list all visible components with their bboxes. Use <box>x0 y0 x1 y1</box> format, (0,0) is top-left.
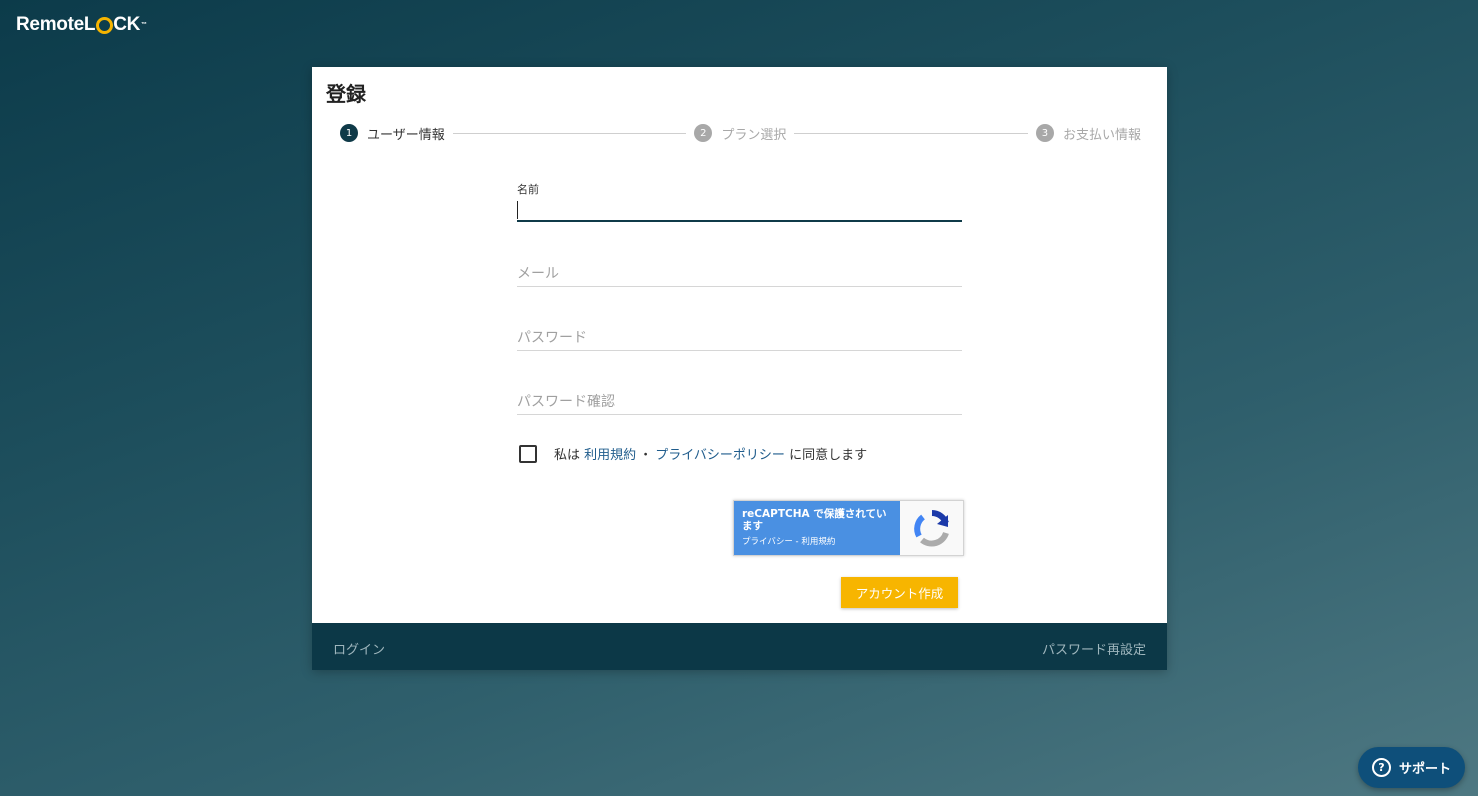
password-input-underline <box>517 350 962 351</box>
name-input-underline <box>517 220 962 222</box>
card-footer: ログイン パスワード再設定 <box>312 623 1167 670</box>
recaptcha-badge: reCAPTCHA で保護されています プライバシー - 利用規約 <box>733 500 964 556</box>
logo-remote-text: Remote <box>16 14 84 35</box>
step-label: プラン選択 <box>721 127 787 143</box>
step-plan-select: 2 プラン選択 <box>694 124 786 143</box>
name-field-group: 名前 <box>517 181 962 223</box>
registration-card: 登録 1 ユーザー情報 2 プラン選択 3 お支払い情報 名前 メール 私は 利… <box>312 67 1167 670</box>
step-number: 2 <box>694 124 713 142</box>
terms-agreement-row: 私は 利用規約・プライバシーポリシー に同意します <box>519 444 867 463</box>
agree-suffix-text: に同意します <box>789 448 868 463</box>
logo-lock-ring-icon <box>96 16 114 34</box>
step-payment-info: 3 お支払い情報 <box>1035 124 1141 143</box>
email-input[interactable] <box>517 263 962 285</box>
support-label: サポート <box>1398 762 1451 777</box>
password-confirm-input[interactable] <box>517 391 962 413</box>
terms-agree-checkbox[interactable] <box>519 444 537 463</box>
logo-trademark: ™ <box>141 22 147 28</box>
password-confirm-field-group <box>517 389 962 415</box>
step-label: ユーザー情報 <box>367 127 445 143</box>
recaptcha-text-panel: reCAPTCHA で保護されています プライバシー - 利用規約 <box>734 501 900 555</box>
password-field-group <box>517 325 962 351</box>
login-link[interactable]: ログイン <box>333 639 385 658</box>
support-button[interactable]: ? サポート <box>1358 747 1465 788</box>
recaptcha-logo-icon <box>900 501 963 555</box>
privacy-policy-link[interactable]: プライバシーポリシー <box>655 444 785 463</box>
password-confirm-input-underline <box>517 414 962 415</box>
email-input-underline <box>517 286 962 287</box>
logo-l-text: L <box>83 14 96 35</box>
recaptcha-links: プライバシー - 利用規約 <box>742 535 892 547</box>
terms-of-service-link[interactable]: 利用規約 <box>584 444 636 463</box>
logo-ck-text: CK <box>113 14 141 35</box>
step-label: お支払い情報 <box>1062 127 1141 143</box>
name-field-label: 名前 <box>517 183 539 196</box>
password-reset-link[interactable]: パスワード再設定 <box>1042 639 1146 658</box>
agree-separator: ・ <box>639 448 653 463</box>
step-connector <box>794 132 1028 134</box>
email-field-group <box>517 261 962 287</box>
recaptcha-terms-link[interactable]: 利用規約 <box>801 537 835 547</box>
name-input[interactable] <box>517 200 962 222</box>
step-number: 1 <box>340 124 358 142</box>
card-body: 登録 1 ユーザー情報 2 プラン選択 3 お支払い情報 名前 メール 私は 利… <box>312 67 1167 623</box>
create-account-button[interactable]: アカウント作成 <box>841 577 958 608</box>
agree-prefix-text: 私は <box>554 448 581 463</box>
text-caret <box>517 201 518 219</box>
step-user-info: 1 ユーザー情報 <box>340 124 445 143</box>
recaptcha-protected-text: reCAPTCHA で保護されています <box>742 508 887 532</box>
page-title: 登録 <box>326 82 366 106</box>
step-number: 3 <box>1035 124 1054 142</box>
step-connector <box>452 132 687 134</box>
help-circle-icon: ? <box>1371 758 1391 777</box>
password-input[interactable] <box>517 327 962 349</box>
recaptcha-privacy-link[interactable]: プライバシー <box>742 537 793 547</box>
registration-stepper: 1 ユーザー情報 2 プラン選択 3 お支払い情報 <box>340 124 1141 143</box>
remotelock-logo: Remote L CK ™ <box>16 14 147 36</box>
